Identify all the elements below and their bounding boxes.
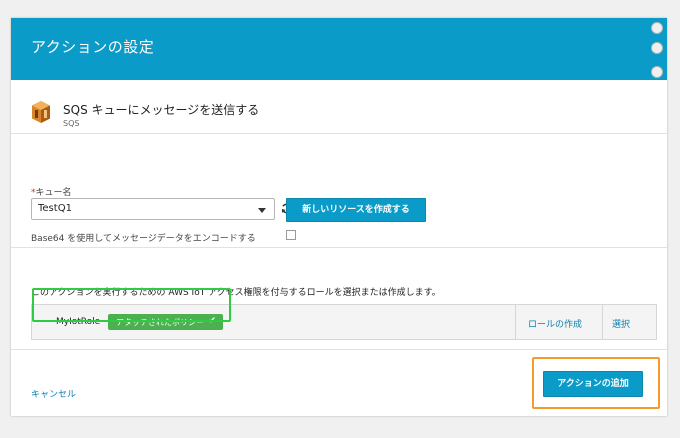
add-action-highlight-box [532,357,660,409]
side-circle-icon [651,42,663,54]
action-title: SQS キューにメッセージを送信する [63,103,260,117]
create-role-link[interactable]: ロールの作成 [528,317,582,330]
section-divider [11,247,667,248]
role-panel-separator [515,305,516,339]
queue-name-select[interactable]: TestQ1 [31,198,275,220]
dialog-title: アクションの設定 [31,38,155,56]
queue-name-label: *キュー名 [31,185,72,198]
role-panel-separator [602,305,603,339]
role-highlight-box [32,288,231,322]
action-subtitle: SQS [63,119,80,128]
cancel-link[interactable]: キャンセル [31,387,76,400]
base64-checkbox[interactable] [286,230,296,240]
sqs-service-icon [32,101,50,123]
side-circle-icon [651,22,663,34]
section-divider [11,349,667,350]
select-role-link[interactable]: 選択 [612,317,630,330]
base64-label: Base64 を使用してメッセージデータをエンコードする [31,234,256,244]
chevron-down-icon [258,208,266,213]
side-circle-icon [651,66,663,78]
create-resource-button[interactable]: 新しいリソースを作成する [286,198,426,222]
dialog-header: アクションの設定 [11,18,667,80]
queue-selected-value: TestQ1 [38,203,72,214]
section-divider [11,133,667,134]
queue-label-text: キュー名 [35,188,72,198]
